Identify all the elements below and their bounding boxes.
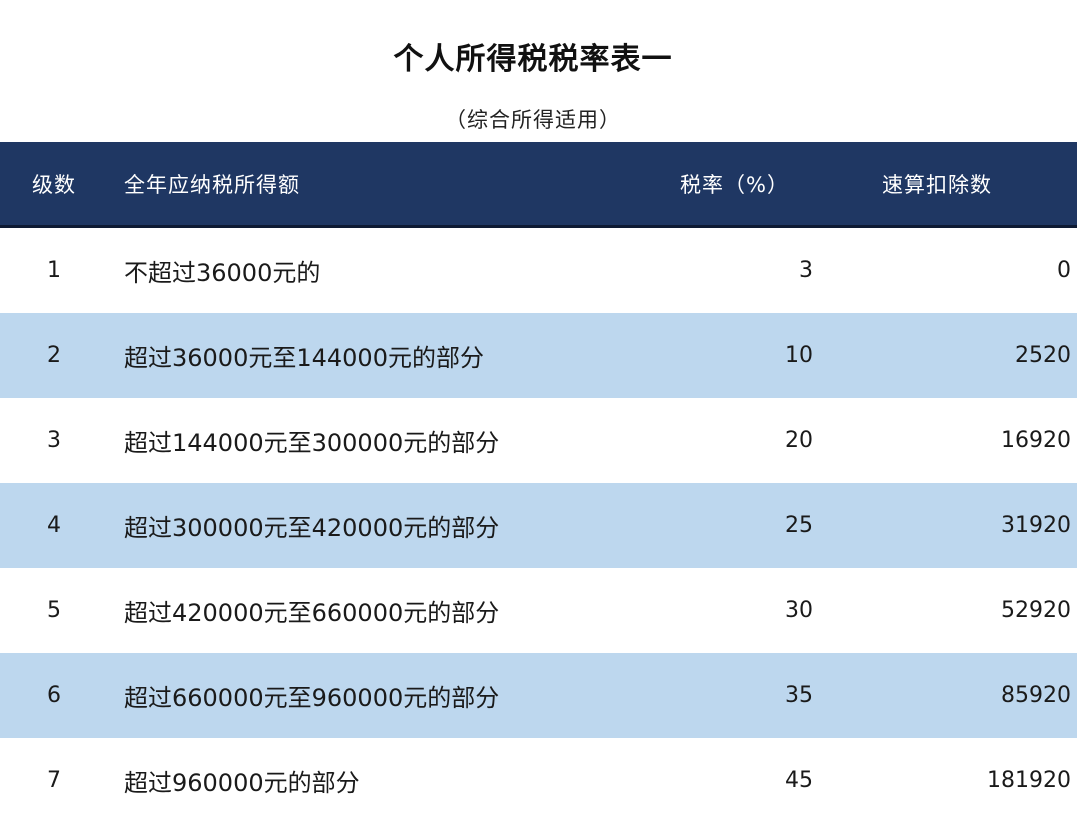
row-deduction: 2520: [1015, 343, 1071, 368]
header-level: 级数: [32, 172, 76, 197]
row-rate: 25: [785, 513, 813, 538]
row-range: 超过660000元至960000元的部分: [124, 684, 500, 712]
page-subtitle: （综合所得适用）: [445, 108, 621, 132]
table-row: 5 超过420000元至660000元的部分 30 52920: [0, 568, 1077, 653]
row-deduction: 85920: [1001, 683, 1071, 708]
row-rate: 45: [785, 768, 813, 793]
row-rate: 30: [785, 598, 813, 623]
header-rate: 税率（%）: [680, 172, 789, 197]
table-row: 1 不超过36000元的 3 0: [0, 228, 1077, 313]
header-deduction: 速算扣除数: [882, 172, 992, 197]
row-deduction: 31920: [1001, 513, 1071, 538]
header-range: 全年应纳税所得额: [124, 172, 300, 197]
row-deduction: 0: [1057, 258, 1071, 283]
row-deduction: 16920: [1001, 428, 1071, 453]
row-level: 7: [47, 768, 61, 793]
row-level: 6: [47, 683, 61, 708]
table-header-row: 级数 全年应纳税所得额 税率（%） 速算扣除数: [0, 142, 1077, 228]
row-level: 3: [47, 428, 61, 453]
row-rate: 3: [799, 258, 813, 283]
row-range: 超过144000元至300000元的部分: [124, 429, 500, 457]
tax-rate-table: 级数 全年应纳税所得额 税率（%） 速算扣除数 1 不超过36000元的 3 0…: [0, 142, 1077, 823]
row-rate: 35: [785, 683, 813, 708]
row-range: 超过960000元的部分: [124, 769, 360, 797]
row-deduction: 181920: [987, 768, 1071, 793]
table-row: 4 超过300000元至420000元的部分 25 31920: [0, 483, 1077, 568]
row-range: 超过300000元至420000元的部分: [124, 514, 500, 542]
row-range: 不超过36000元的: [124, 259, 321, 287]
row-level: 2: [47, 343, 61, 368]
table-row: 2 超过36000元至144000元的部分 10 2520: [0, 313, 1077, 398]
page-title: 个人所得税税率表一: [393, 42, 673, 77]
row-rate: 10: [785, 343, 813, 368]
row-range: 超过420000元至660000元的部分: [124, 599, 500, 627]
row-level: 5: [47, 598, 61, 623]
row-range: 超过36000元至144000元的部分: [124, 344, 484, 372]
table-row: 6 超过660000元至960000元的部分 35 85920: [0, 653, 1077, 738]
row-level: 4: [47, 513, 61, 538]
table-row: 3 超过144000元至300000元的部分 20 16920: [0, 398, 1077, 483]
table-row: 7 超过960000元的部分 45 181920: [0, 738, 1077, 823]
row-deduction: 52920: [1001, 598, 1071, 623]
row-level: 1: [47, 258, 61, 283]
row-rate: 20: [785, 428, 813, 453]
